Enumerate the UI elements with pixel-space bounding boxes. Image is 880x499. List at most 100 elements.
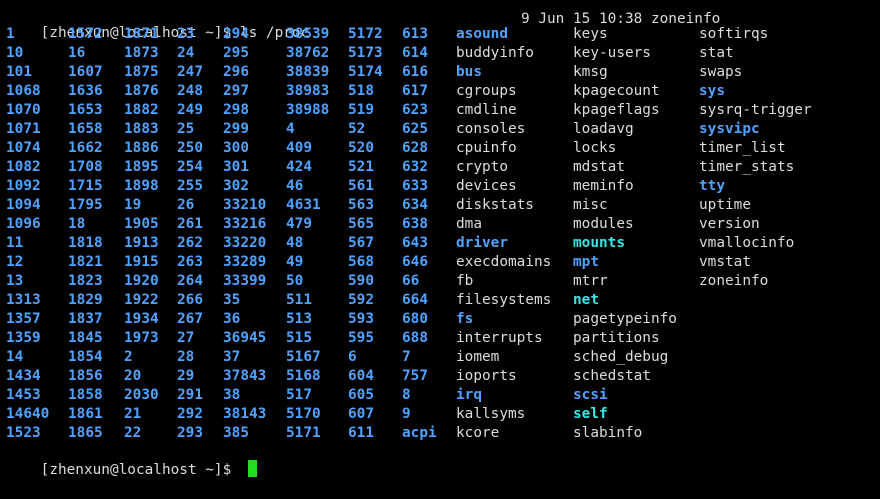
proc-entry: 1 — [6, 26, 15, 42]
proc-entry: keys — [573, 26, 608, 42]
proc-entry: 565 — [348, 216, 374, 232]
proc-entry: cmdline — [456, 102, 517, 118]
proc-entry: 37843 — [223, 368, 267, 384]
proc-entry: driver — [456, 235, 508, 251]
proc-entry: 1913 — [124, 235, 159, 251]
proc-entry: 46 — [286, 178, 304, 194]
proc-entry: tty — [699, 178, 725, 194]
proc-entry: swaps — [699, 64, 743, 80]
proc-entry: pagetypeinfo — [573, 311, 677, 327]
proc-entry: 568 — [348, 254, 374, 270]
proc-entry: acpi — [402, 425, 437, 441]
proc-entry: 517 — [286, 387, 312, 403]
proc-entry: 409 — [286, 140, 312, 156]
proc-entry: consoles — [456, 121, 526, 137]
proc-entry: 590 — [348, 273, 374, 289]
proc-entry: 66 — [402, 273, 420, 289]
proc-entry: 595 — [348, 330, 374, 346]
proc-entry: 592 — [348, 292, 374, 308]
proc-entry: fb — [456, 273, 474, 289]
proc-entry: 6 — [348, 349, 357, 365]
proc-entry: 27 — [177, 330, 195, 346]
proc-entry: 633 — [402, 178, 428, 194]
proc-entry: vmstat — [699, 254, 751, 270]
proc-entry: interrupts — [456, 330, 543, 346]
proc-entry: 297 — [223, 83, 249, 99]
proc-entry: 1854 — [68, 349, 103, 365]
active-prompt-line[interactable]: [zhenxun@localhost ~]$ — [6, 441, 257, 478]
proc-entry: sys — [699, 83, 725, 99]
proc-entry: modules — [573, 216, 634, 232]
proc-entry: cpuinfo — [456, 140, 517, 156]
proc-entry: stat — [699, 45, 734, 61]
proc-entry: 5168 — [286, 368, 321, 384]
proc-entry: 1795 — [68, 197, 103, 213]
proc-entry: 1895 — [124, 159, 159, 175]
proc-entry: locks — [573, 140, 617, 156]
proc-entry: 248 — [177, 83, 203, 99]
proc-entry: 1636 — [68, 83, 103, 99]
proc-entry: 1074 — [6, 140, 41, 156]
proc-entry: 604 — [348, 368, 374, 384]
proc-entry: kpagecount — [573, 83, 660, 99]
proc-entry: 13 — [6, 273, 24, 289]
proc-entry: 294 — [223, 26, 249, 42]
proc-entry: bus — [456, 64, 482, 80]
proc-entry: 7 — [402, 349, 411, 365]
proc-entry: sysvipc — [699, 121, 760, 137]
proc-entry: 614 — [402, 45, 428, 61]
proc-entry: net — [573, 292, 599, 308]
proc-entry: 38983 — [286, 83, 330, 99]
proc-entry: 607 — [348, 406, 374, 422]
proc-entry: 632 — [402, 159, 428, 175]
proc-entry: 563 — [348, 197, 374, 213]
proc-entry: mounts — [573, 235, 625, 251]
proc-entry: 424 — [286, 159, 312, 175]
proc-entry: 1818 — [68, 235, 103, 251]
proc-entry: 1068 — [6, 83, 41, 99]
proc-entry: 249 — [177, 102, 203, 118]
proc-entry: scsi — [573, 387, 608, 403]
proc-entry: diskstats — [456, 197, 534, 213]
proc-entry: 1905 — [124, 216, 159, 232]
proc-entry: 518 — [348, 83, 374, 99]
proc-entry: 1845 — [68, 330, 103, 346]
proc-entry: 1821 — [68, 254, 103, 270]
proc-entry: 688 — [402, 330, 428, 346]
command-line: [zhenxun@localhost ~]$ ls /proc — [6, 5, 310, 41]
proc-entry: 1837 — [68, 311, 103, 327]
proc-entry: 295 — [223, 45, 249, 61]
proc-entry: 1823 — [68, 273, 103, 289]
proc-entry: 515 — [286, 330, 312, 346]
proc-entry: 605 — [348, 387, 374, 403]
proc-entry: 1070 — [6, 102, 41, 118]
proc-entry: 680 — [402, 311, 428, 327]
proc-entry: 567 — [348, 235, 374, 251]
proc-entry: 521 — [348, 159, 374, 175]
proc-entry: 267 — [177, 311, 203, 327]
proc-entry: 263 — [177, 254, 203, 270]
proc-entry: 1873 — [124, 45, 159, 61]
proc-entry: 10 — [6, 45, 24, 61]
proc-entry: softirqs — [699, 26, 769, 42]
proc-entry: 1096 — [6, 216, 41, 232]
proc-entry: 757 — [402, 368, 428, 384]
shell-prompt: [zhenxun@localhost ~]$ — [40, 462, 240, 478]
proc-entry: 38839 — [286, 64, 330, 80]
proc-entry: 1829 — [68, 292, 103, 308]
proc-entry: dma — [456, 216, 482, 232]
proc-entry: 1861 — [68, 406, 103, 422]
proc-entry: schedstat — [573, 368, 651, 384]
proc-entry: mtrr — [573, 273, 608, 289]
terminal-window[interactable]: 9 Jun 15 10:38 zoneinfo [zhenxun@localho… — [0, 0, 880, 478]
proc-entry: 625 — [402, 121, 428, 137]
text-cursor[interactable] — [247, 460, 257, 477]
proc-entry: 1858 — [68, 387, 103, 403]
proc-entry: 1313 — [6, 292, 41, 308]
proc-entry: 1082 — [6, 159, 41, 175]
proc-entry: 5171 — [286, 425, 321, 441]
proc-entry: devices — [456, 178, 517, 194]
proc-entry: 298 — [223, 102, 249, 118]
proc-entry: 8 — [402, 387, 411, 403]
proc-entry: 1071 — [6, 121, 41, 137]
